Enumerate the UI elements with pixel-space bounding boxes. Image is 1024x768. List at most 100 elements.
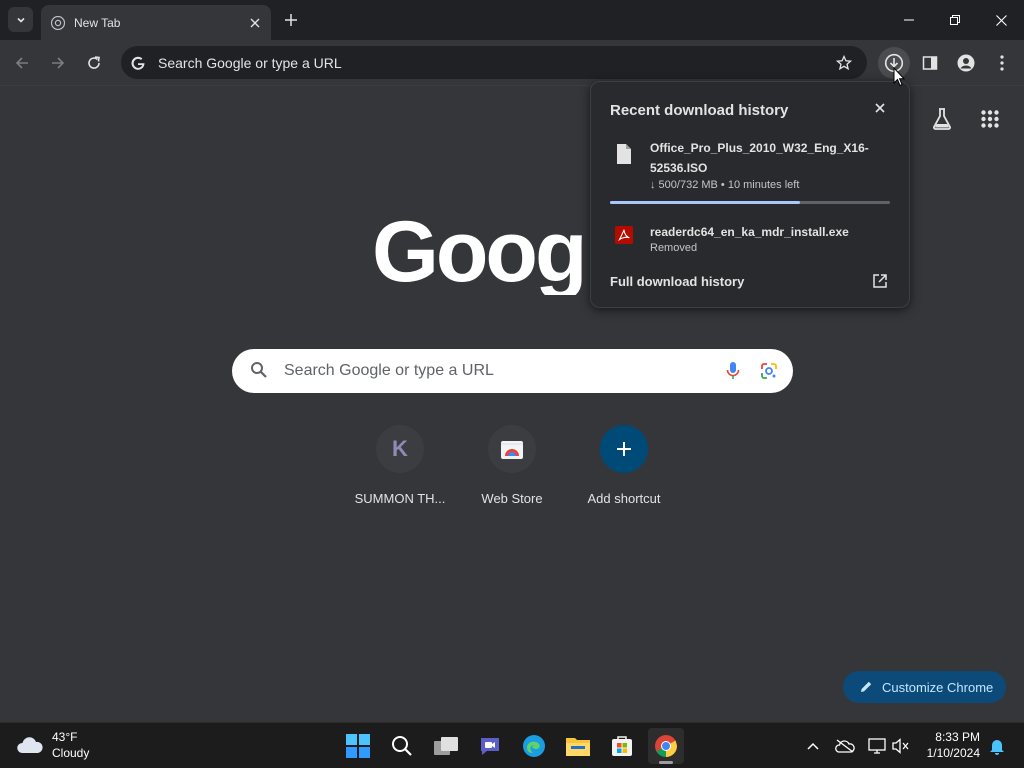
file-icon xyxy=(617,144,631,164)
shortcut-label: Web Store xyxy=(481,491,543,506)
bell-icon xyxy=(990,740,1004,755)
chrome-icon xyxy=(655,735,677,757)
download-status: ↓ 500/732 MB • 10 minutes left xyxy=(650,179,800,191)
star-icon xyxy=(836,54,852,70)
download-progress-fill xyxy=(610,201,801,204)
weather-widget[interactable]: 43°F Cloudy xyxy=(16,729,89,761)
search-icon xyxy=(250,361,270,381)
volume-button[interactable] xyxy=(890,735,912,757)
profile-button[interactable] xyxy=(952,49,980,77)
clock-date: 1/10/2024 xyxy=(926,746,980,760)
labs-button[interactable] xyxy=(928,105,956,133)
onedrive-button[interactable] xyxy=(834,735,856,757)
download-history-panel: Recent download history Office_Pro_Plus_… xyxy=(590,81,910,308)
menu-button[interactable] xyxy=(988,49,1016,77)
arrow-left-icon xyxy=(15,57,28,69)
network-button[interactable] xyxy=(866,735,888,757)
arrow-right-icon xyxy=(52,57,65,69)
clock[interactable]: 8:33 PM 1/10/2024 xyxy=(918,729,980,761)
customize-chrome-label: Customize Chrome xyxy=(882,679,994,695)
tab-title: New Tab xyxy=(74,15,121,30)
shortcut-summon[interactable]: K SUMMON TH... xyxy=(344,425,456,506)
cloud-icon xyxy=(17,737,43,753)
lens-search-button[interactable] xyxy=(757,359,781,383)
teams-chat-button[interactable] xyxy=(472,728,508,764)
volume-muted-icon xyxy=(892,738,909,754)
reload-button[interactable] xyxy=(80,49,108,77)
side-panel-button[interactable] xyxy=(916,49,944,77)
more-vert-icon xyxy=(1000,55,1004,71)
search-icon xyxy=(392,736,412,756)
k-letter-icon: K xyxy=(392,436,408,461)
weather-temperature: 43°F xyxy=(52,730,78,744)
open-in-new-icon xyxy=(873,274,887,288)
voice-search-button[interactable] xyxy=(721,359,745,383)
restore-icon xyxy=(950,15,960,25)
ntp-search-box[interactable]: Search Google or type a URL xyxy=(232,349,793,393)
mouse-cursor-icon xyxy=(893,67,905,87)
file-explorer-button[interactable] xyxy=(560,728,596,764)
chat-icon xyxy=(481,738,499,755)
close-tab-button[interactable] xyxy=(245,13,265,33)
start-button[interactable] xyxy=(340,728,376,764)
back-button[interactable] xyxy=(8,49,36,77)
weather-description: Cloudy xyxy=(52,746,90,760)
open-external-button[interactable] xyxy=(870,271,890,291)
microsoft-store-button[interactable] xyxy=(604,728,640,764)
download-item[interactable]: Office_Pro_Plus_2010_W32_Eng_X16-52536.I… xyxy=(591,138,909,208)
edge-button[interactable] xyxy=(516,728,552,764)
plus-icon xyxy=(285,14,297,26)
shortcut-icon: K xyxy=(376,425,424,473)
toolbar: Search Google or type a URL xyxy=(0,40,1024,86)
show-hidden-icons-button[interactable] xyxy=(802,735,824,757)
notifications-button[interactable] xyxy=(986,735,1008,757)
windows-logo-icon xyxy=(346,734,370,758)
new-tab-button[interactable] xyxy=(281,10,301,30)
task-view-icon xyxy=(434,737,458,755)
store-icon xyxy=(612,736,632,756)
profile-icon xyxy=(957,54,975,72)
google-apps-button[interactable] xyxy=(976,105,1004,133)
clock-time: 8:33 PM xyxy=(935,730,980,744)
download-item[interactable]: readerdc64_en_ka_mdr_install.exe Removed xyxy=(591,222,909,258)
folder-icon xyxy=(566,738,590,756)
chevron-up-icon xyxy=(807,742,819,750)
close-panel-button[interactable] xyxy=(870,98,890,118)
tab-new-tab[interactable]: New Tab xyxy=(41,5,271,40)
pencil-icon xyxy=(861,681,872,692)
full-download-history-link[interactable]: Full download history xyxy=(610,274,744,289)
plus-icon xyxy=(600,425,648,473)
google-lens-icon xyxy=(761,363,777,379)
minimize-button[interactable] xyxy=(886,0,932,40)
customize-chrome-button[interactable]: Customize Chrome xyxy=(843,671,1006,703)
chrome-taskbar-button[interactable] xyxy=(648,728,684,764)
network-icon xyxy=(868,738,886,754)
bookmark-star-button[interactable] xyxy=(830,49,858,77)
forward-button[interactable] xyxy=(44,49,72,77)
tab-search-button[interactable] xyxy=(8,7,33,32)
side-panel-icon xyxy=(922,56,938,70)
download-status: Removed xyxy=(650,242,698,254)
address-bar[interactable]: Search Google or type a URL xyxy=(121,46,867,79)
download-filename: readerdc64_en_ka_mdr_install.exe xyxy=(650,225,849,239)
close-icon xyxy=(875,103,885,113)
onedrive-offline-icon xyxy=(835,739,855,753)
browser-window: New Tab Search Google or type a URL Goog… xyxy=(0,0,1024,722)
shortcut-web-store[interactable]: Web Store xyxy=(456,425,568,506)
edge-icon xyxy=(523,735,545,757)
chevron-down-icon xyxy=(16,17,25,23)
task-view-button[interactable] xyxy=(428,728,464,764)
active-indicator xyxy=(659,761,673,764)
add-shortcut-button[interactable]: Add shortcut xyxy=(568,425,680,506)
taskbar-search-button[interactable] xyxy=(384,728,420,764)
web-store-icon xyxy=(488,425,536,473)
panel-title: Recent download history xyxy=(610,102,789,119)
close-window-button[interactable] xyxy=(978,0,1024,40)
restore-button[interactable] xyxy=(932,0,978,40)
download-progress-bar xyxy=(610,201,890,204)
reload-icon xyxy=(88,56,100,69)
apps-grid-icon xyxy=(981,110,999,128)
flask-icon xyxy=(933,108,951,130)
tab-strip: New Tab xyxy=(0,0,1024,40)
minimize-icon xyxy=(904,19,914,21)
